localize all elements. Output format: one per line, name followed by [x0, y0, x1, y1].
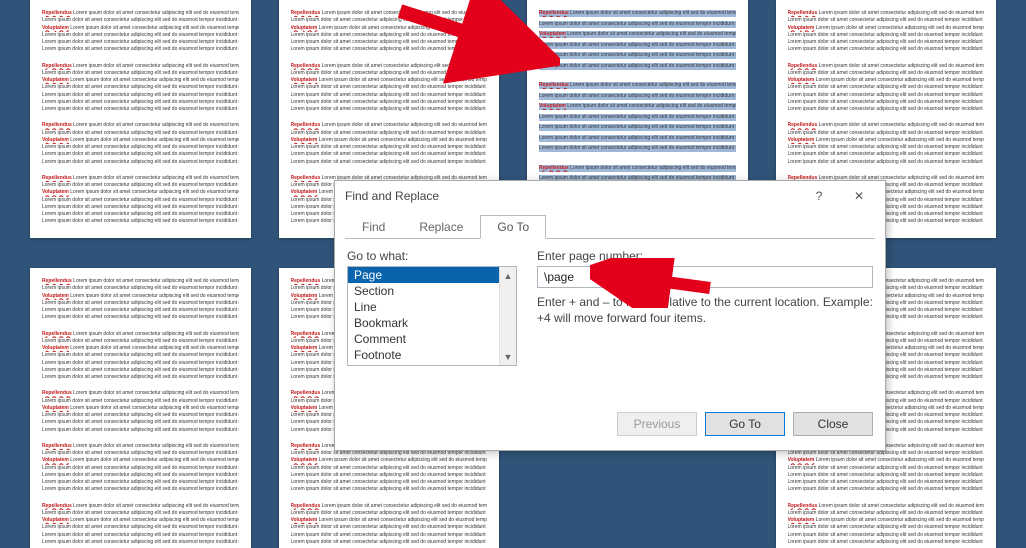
help-button[interactable]: ?: [799, 182, 839, 210]
list-item[interactable]: Section: [348, 283, 499, 299]
list-item[interactable]: Footnote: [348, 347, 499, 363]
page-thumb[interactable]: Repellendus Lorem ipsum dolor sit amet c…: [30, 0, 251, 238]
list-scrollbar[interactable]: ▲ ▼: [499, 267, 516, 365]
page-number-input[interactable]: [537, 266, 873, 288]
page-thumb[interactable]: Repellendus Lorem ipsum dolor sit amet c…: [30, 268, 251, 548]
goto-hint: Enter + and – to move relative to the cu…: [537, 294, 873, 326]
close-dialog-button[interactable]: Close: [793, 412, 873, 436]
close-button[interactable]: ✕: [839, 182, 879, 210]
page-number-label: Enter page number:: [537, 249, 873, 263]
find-replace-dialog: Find and Replace ? ✕ Find Replace Go To …: [334, 180, 886, 451]
tab-find[interactable]: Find: [345, 215, 402, 239]
tab-replace[interactable]: Replace: [402, 215, 480, 239]
scroll-down-icon[interactable]: ▼: [500, 348, 516, 365]
tab-goto[interactable]: Go To: [480, 215, 546, 239]
goto-button[interactable]: Go To: [705, 412, 785, 436]
previous-button: Previous: [617, 412, 697, 436]
dialog-title: Find and Replace: [345, 189, 799, 203]
list-item[interactable]: Comment: [348, 331, 499, 347]
close-icon: ✕: [854, 189, 864, 203]
goto-what-label: Go to what:: [347, 249, 517, 263]
goto-panel: Go to what: Page Section Line Bookmark C…: [335, 239, 885, 378]
dialog-titlebar: Find and Replace ? ✕: [335, 181, 885, 211]
dialog-buttons: Previous Go To Close: [335, 378, 885, 450]
list-item[interactable]: Page: [348, 267, 499, 283]
dialog-tabs: Find Replace Go To: [335, 211, 885, 239]
goto-what-list[interactable]: Page Section Line Bookmark Comment Footn…: [347, 266, 517, 366]
list-item[interactable]: Line: [348, 299, 499, 315]
help-icon: ?: [816, 189, 823, 203]
scroll-up-icon[interactable]: ▲: [500, 267, 516, 284]
list-item[interactable]: Bookmark: [348, 315, 499, 331]
